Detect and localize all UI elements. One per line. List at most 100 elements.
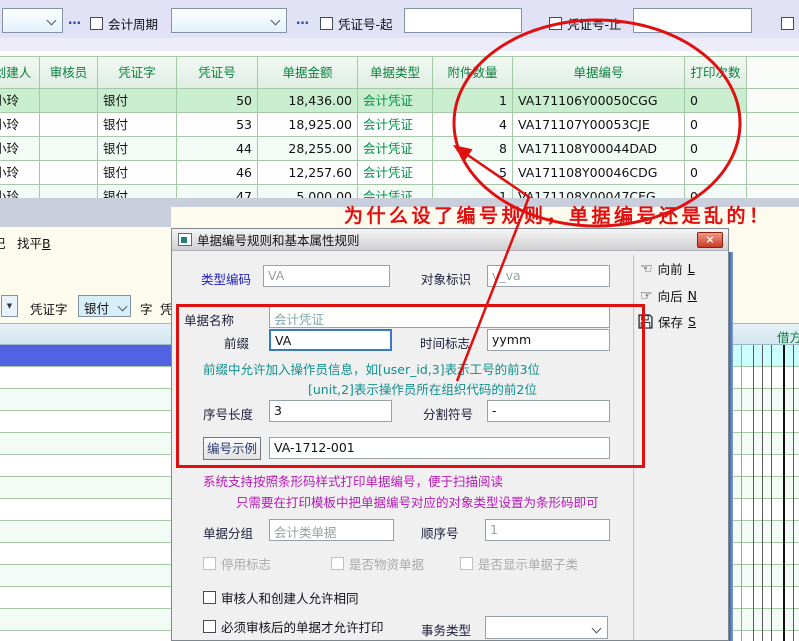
separator-label: 分割符号 xyxy=(423,404,473,423)
menu-item-zhaoping[interactable]: 找平B xyxy=(17,233,51,252)
must-audit-checkbox[interactable]: 必须审核后的单据才允许打印 xyxy=(203,617,384,636)
object-id-label: 对象标识 xyxy=(421,269,471,288)
cell xyxy=(40,137,98,160)
cell: 46 xyxy=(177,161,258,184)
cell xyxy=(747,137,799,160)
cell: 5 xyxy=(433,161,513,184)
vno-from-checkbox[interactable]: 凭证号-起 xyxy=(320,14,393,33)
table-row[interactable]: 小玲 银付 44 28,255.00 会计凭证 8 VA171108Y00044… xyxy=(0,137,799,161)
ledger-row-right[interactable] xyxy=(729,345,799,367)
checkbox-box[interactable] xyxy=(549,17,562,30)
checkbox-box[interactable] xyxy=(90,17,103,30)
ellipsis-button-2[interactable]: … xyxy=(296,13,310,28)
trans-type-label: 事务类型 xyxy=(421,620,471,639)
auditor-same-checkbox[interactable]: 审核人和创建人允许相同 xyxy=(203,588,359,607)
doc-name-input[interactable]: 会计凭证 xyxy=(269,306,610,328)
prefix-hint-1: 前缀中允许加入操作员信息，如[user_id,3]表示工号的前3位 xyxy=(203,359,540,378)
checkbox-box xyxy=(203,557,216,570)
ellipsis-button-1[interactable]: … xyxy=(68,13,82,28)
prefix-input[interactable]: VA xyxy=(269,329,392,351)
time-mark-input[interactable]: yymm xyxy=(487,329,610,351)
cell: 会计凭证 xyxy=(358,113,433,136)
clipped-label: 凭 xyxy=(160,299,171,318)
cell xyxy=(40,89,98,112)
numbering-rule-dialog: 单据编号规则和基本属性规则 × 类型编码 VA 对象标识 v_va 单据名称 会… xyxy=(171,228,729,641)
cell: 银付 xyxy=(98,137,177,160)
seq-no-input[interactable]: 1 xyxy=(485,519,610,541)
dialog-icon xyxy=(178,233,192,246)
show-subtype-checkbox: 是否显示单据子类 xyxy=(460,554,578,573)
cell: 18,436.00 xyxy=(258,89,358,112)
cell: VA171108Y00044DAD xyxy=(513,137,685,160)
prefix-hint-2: [unit,2]表示操作员所在组织代码的前2位 xyxy=(308,379,537,398)
table-row[interactable]: 小玲 银付 53 18,925.00 会计凭证 4 VA171107Y00053… xyxy=(0,113,799,137)
checkbox-box[interactable] xyxy=(781,17,794,30)
chevron-down-icon xyxy=(47,16,57,26)
close-button[interactable]: × xyxy=(697,232,723,248)
cell: 银付 xyxy=(98,89,177,112)
checkbox-box[interactable] xyxy=(203,591,216,604)
acct-period-checkbox[interactable]: 会计周期 xyxy=(90,14,158,33)
cell: 会计凭证 xyxy=(358,89,433,112)
filter-combo-2[interactable] xyxy=(171,8,287,33)
cell: 8 xyxy=(433,137,513,160)
cell: 0 xyxy=(685,161,747,184)
forward-hotkey: L xyxy=(688,261,695,276)
separator-input[interactable]: - xyxy=(487,400,610,422)
cell: 50 xyxy=(177,89,258,112)
object-id-input[interactable]: v_va xyxy=(487,265,610,287)
dialog-titlebar[interactable]: 单据编号规则和基本属性规则 xyxy=(172,229,728,251)
time-mark-label: 时间标志 xyxy=(420,333,470,352)
save-button[interactable]: 保存 S xyxy=(638,312,696,331)
doc-name-label: 单据名称 xyxy=(184,310,234,329)
cell: 银付 xyxy=(98,113,177,136)
sample-input[interactable]: VA-1712-001 xyxy=(269,437,610,459)
barcode-note-1: 系统支持按照条形码样式打印单据编号，便于扫描阅读 xyxy=(203,471,503,490)
close-icon: × xyxy=(705,233,714,246)
hand-left-icon: ☜ xyxy=(640,263,653,275)
cell: 44 xyxy=(177,137,258,160)
checkbox-box[interactable] xyxy=(320,17,333,30)
type-code-label: 类型编码 xyxy=(201,269,251,288)
disable-flag-label: 停用标志 xyxy=(221,554,271,573)
date-dropdown-button[interactable]: ▼ xyxy=(1,295,18,317)
doc-group-input[interactable]: 会计类单据 xyxy=(269,519,394,541)
sample-button[interactable]: 编号示例 xyxy=(203,437,261,460)
trans-type-dropdown[interactable] xyxy=(485,616,608,639)
forward-button[interactable]: ☜ 向前 L xyxy=(640,259,695,278)
menu-item-partial[interactable]: 记 xyxy=(0,233,10,252)
type-code-input[interactable]: VA xyxy=(263,265,390,287)
clipped-checkbox[interactable]: 打 xyxy=(781,14,799,33)
table-row[interactable]: 小玲 银付 46 12,257.60 会计凭证 5 VA171108Y00046… xyxy=(0,161,799,185)
vno-from-input[interactable] xyxy=(404,8,522,33)
must-audit-label: 必须审核后的单据才允许打印 xyxy=(221,617,384,636)
dialog-title: 单据编号规则和基本属性规则 xyxy=(197,230,360,249)
cell: VA171107Y00053CJE xyxy=(513,113,685,136)
cell: 小玲 xyxy=(0,113,40,136)
filter-combo-1[interactable] xyxy=(2,8,63,33)
chevron-down-icon xyxy=(271,16,281,26)
disable-flag-checkbox: 停用标志 xyxy=(203,554,271,573)
cell xyxy=(40,161,98,184)
serial-len-input[interactable]: 3 xyxy=(269,400,392,422)
table-row[interactable]: 小玲 银付 50 18,436.00 会计凭证 1 VA171106Y00050… xyxy=(0,89,799,113)
vno-to-input[interactable] xyxy=(633,8,752,33)
voucher-table: 创建人 审核员 凭证字 凭证号 单据金额 单据类型 附件数量 单据编号 打印次数… xyxy=(0,56,799,209)
vno-from-label: 凭证号-起 xyxy=(338,14,393,33)
back-button[interactable]: ☞ 向后 N xyxy=(640,286,697,305)
checkbox-box[interactable] xyxy=(203,620,216,633)
cell: 会计凭证 xyxy=(358,161,433,184)
cell: VA171106Y00050CGG xyxy=(513,89,685,112)
save-hotkey: S xyxy=(688,314,696,329)
voucher-word-combo[interactable]: 银付 xyxy=(78,295,131,317)
col-header: 审核员 xyxy=(40,57,98,88)
col-header: 单据金额 xyxy=(258,57,358,88)
grid-line xyxy=(793,345,794,641)
save-icon xyxy=(638,314,653,329)
cell: 0 xyxy=(685,137,747,160)
seq-no-label: 顺序号 xyxy=(421,523,459,542)
checkbox-box xyxy=(331,557,344,570)
hand-right-icon: ☞ xyxy=(640,290,653,302)
vno-to-checkbox[interactable]: 凭证号-止 xyxy=(549,14,622,33)
cell: 53 xyxy=(177,113,258,136)
